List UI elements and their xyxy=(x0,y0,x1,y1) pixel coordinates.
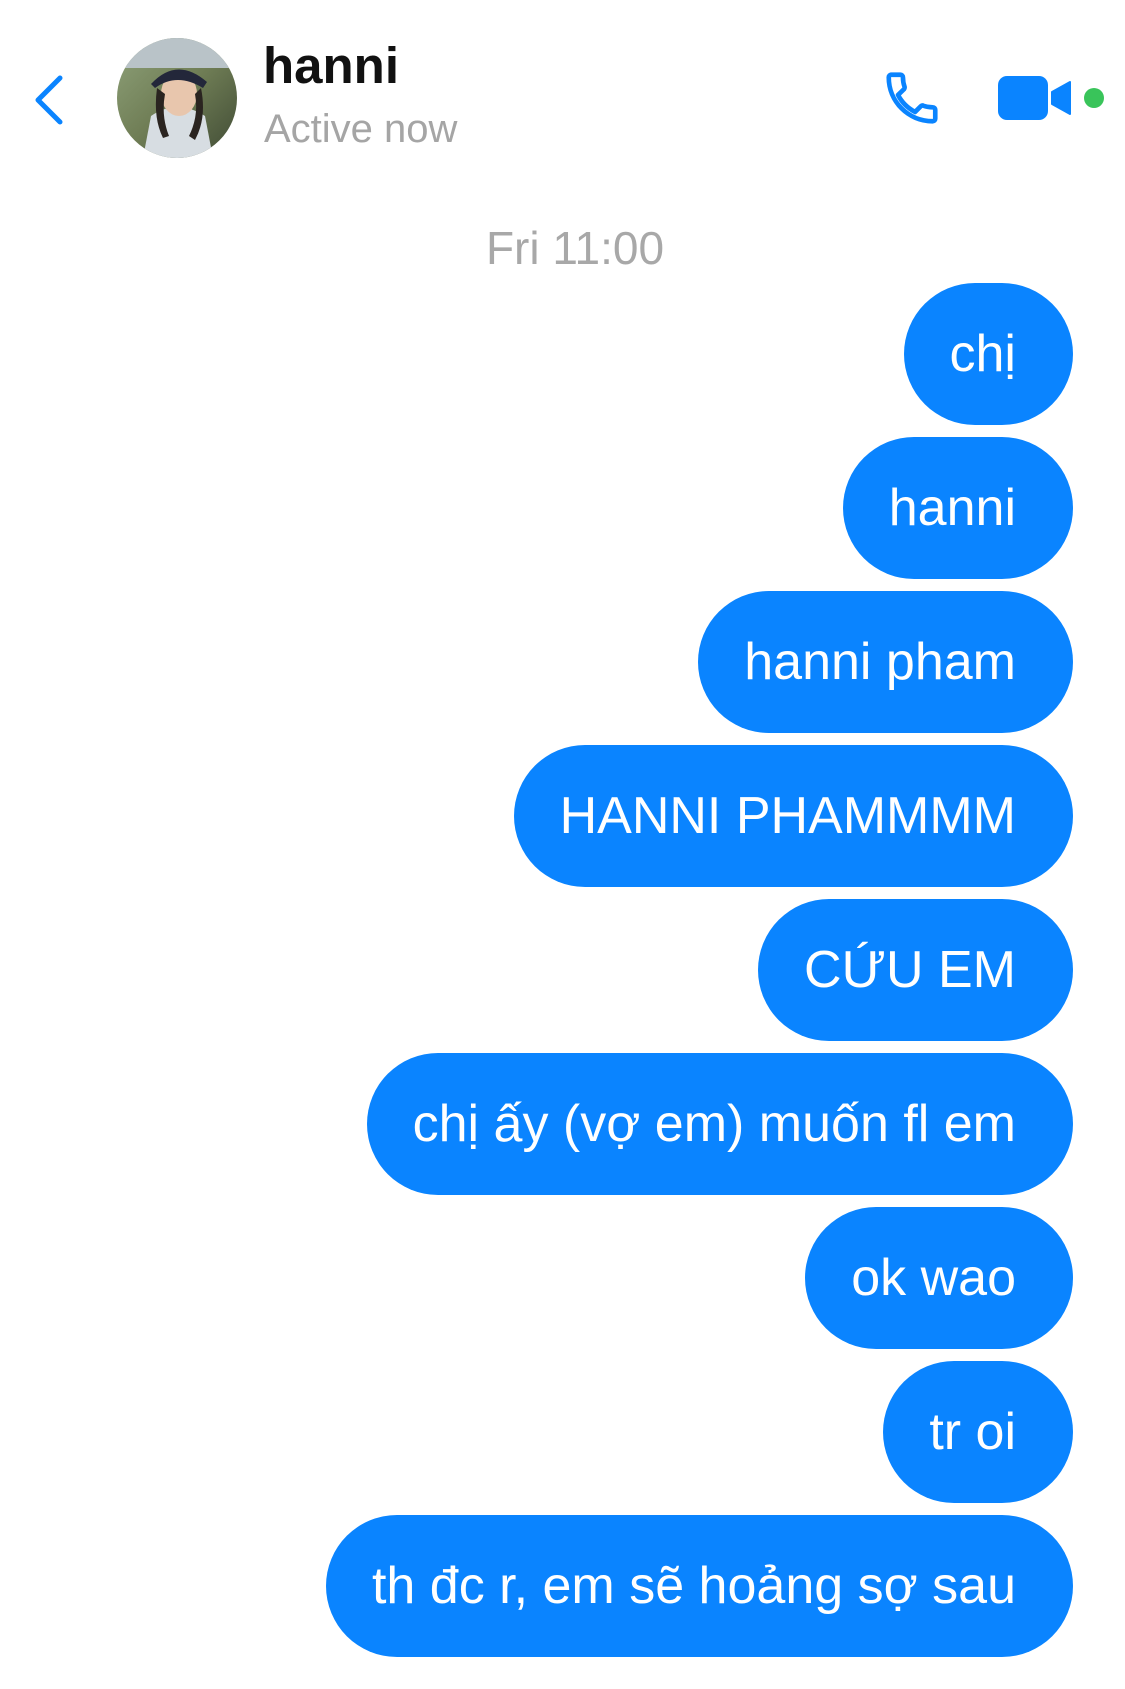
video-call-button[interactable] xyxy=(996,62,1080,132)
chat-header: hanni Active now xyxy=(0,0,1125,190)
message-bubble[interactable]: ok wao xyxy=(805,1207,1073,1349)
video-camera-icon xyxy=(998,76,1071,120)
message-bubble[interactable]: HANNI PHAMMMM xyxy=(513,745,1073,887)
audio-call-button[interactable] xyxy=(872,58,952,138)
avatar[interactable] xyxy=(117,38,237,158)
online-status-dot xyxy=(1084,88,1104,108)
message-bubble[interactable]: hanni xyxy=(842,437,1073,579)
message-bubble[interactable]: chị xyxy=(903,283,1073,425)
message-bubble[interactable]: CỨU EM xyxy=(758,899,1073,1041)
chevron-left-icon xyxy=(35,75,63,125)
phone-icon xyxy=(886,72,938,124)
contact-status: Active now xyxy=(264,107,458,151)
avatar-photo xyxy=(117,38,237,158)
message-bubble[interactable]: th đc r, em sẽ hoảng sợ sau xyxy=(325,1515,1073,1657)
contact-name[interactable]: hanni xyxy=(263,36,399,96)
message-timestamp: Fri 11:00 xyxy=(485,222,665,274)
message-bubble[interactable]: chị ấy (vợ em) muốn fl em xyxy=(366,1053,1073,1195)
message-bubble[interactable]: hanni pham xyxy=(698,591,1073,733)
back-button[interactable] xyxy=(18,60,78,140)
message-bubble[interactable]: tr oi xyxy=(883,1361,1073,1503)
